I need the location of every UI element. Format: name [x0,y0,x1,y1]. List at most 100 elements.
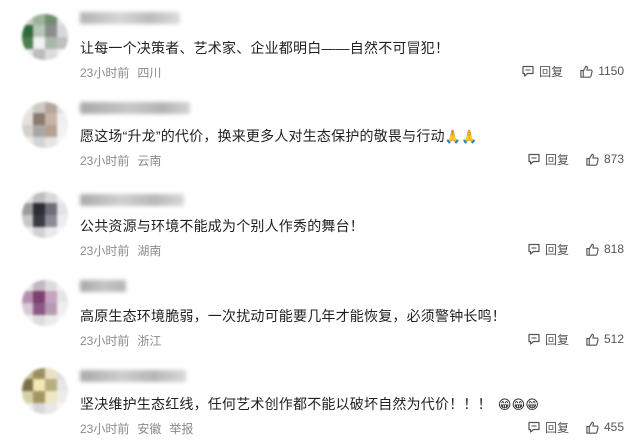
avatar-mosaic-block [33,391,45,403]
thumbs-up-icon [586,243,599,256]
avatar-mosaic-block [33,227,45,238]
avatar-mosaic-block [57,49,68,60]
avatar-mosaic-block [45,137,57,148]
avatar-mosaic-block [33,291,45,303]
thumbs-up-icon [580,65,593,78]
username-redacted[interactable] [80,194,184,206]
like-count: 512 [603,332,624,346]
comment-item: 高原生态环境脆弱，一次扰动可能要几年才能恢复，必须警钟长鸣！ 23小时前 浙江 回… [0,266,640,354]
avatar-mosaic-block [45,315,57,326]
comment-text: 愿这场“升龙”的代价，换来更多人对生态保护的敬畏与行动🙏🙏 [80,128,478,144]
avatar-mosaic-block [22,37,33,49]
comment-actions: 回复 1150 [521,62,624,80]
comment-location: 湖南 [137,244,162,258]
username-redacted[interactable] [80,280,126,292]
avatar-mosaic-block [57,125,68,137]
avatar-mosaic-block [57,379,68,391]
comment-location: 四川 [137,66,162,80]
like-button[interactable]: 455 [585,420,624,435]
thumbs-up-icon [586,153,599,166]
like-count: 455 [603,420,624,434]
avatar[interactable] [22,280,68,326]
comment-text: 坚决维护生态红线，任何艺术创作都不能以破坏自然为代价！！！ 😁😁😁 [80,396,540,412]
like-button[interactable]: 818 [585,242,624,257]
avatar-mosaic-block [22,291,33,303]
comment-time: 23小时前 [80,334,130,348]
avatar-mosaic-block [33,303,45,315]
avatar-mosaic-block [22,137,33,148]
comment-meta: 23小时前 浙江 [80,332,161,349]
username-redacted[interactable] [80,370,186,382]
avatar-mosaic-block [22,303,33,315]
avatar-mosaic-block [57,303,68,315]
avatar-mosaic-block [57,192,68,203]
reply-button[interactable]: 回复 [521,63,563,80]
avatar-mosaic-block [45,102,57,113]
avatar-mosaic-block [33,315,45,326]
report-link[interactable]: 举报 [169,422,193,436]
avatar-mosaic-block [22,49,33,60]
avatar-mosaic-block [57,25,68,37]
comment-location: 云南 [137,154,162,168]
avatar-mosaic-block [22,113,33,125]
reply-button[interactable]: 回复 [527,151,569,168]
comment-time: 23小时前 [80,66,130,80]
avatar-mosaic-block [57,227,68,238]
avatar-mosaic-block [33,14,45,25]
reply-icon [522,65,534,77]
avatar-mosaic-block [57,315,68,326]
avatar-mosaic-block [22,391,33,403]
avatar-mosaic-block [33,49,45,60]
avatar-mosaic-block [33,203,45,215]
avatar[interactable] [22,192,68,238]
reply-button[interactable]: 回复 [527,331,569,348]
reply-label: 回复 [544,152,569,167]
comment-actions: 回复 455 [527,418,624,436]
avatar-mosaic-block [57,280,68,291]
reply-button[interactable]: 回复 [527,419,569,436]
avatar-mosaic-block [45,125,57,137]
avatar-mosaic-block [45,379,57,391]
avatar-mosaic-block [45,227,57,238]
avatar-mosaic-block [33,403,45,414]
username-redacted[interactable] [80,102,190,114]
avatar[interactable] [22,14,68,60]
avatar-mosaic-block [33,125,45,137]
avatar-mosaic-block [57,37,68,49]
avatar-mosaic-block [33,379,45,391]
avatar-mosaic-block [45,280,57,291]
avatar-mosaic-block [45,25,57,37]
avatar-mosaic-block [57,102,68,113]
avatar-mosaic-block [33,192,45,203]
reply-icon [528,243,540,255]
comment-time: 23小时前 [80,422,130,436]
avatar-mosaic-block [22,280,33,291]
reply-button[interactable]: 回复 [527,241,569,258]
comment-item: 愿这场“升龙”的代价，换来更多人对生态保护的敬畏与行动🙏🙏 23小时前 云南 回复… [0,88,640,176]
like-button[interactable]: 873 [585,152,624,167]
avatar-mosaic-block [45,192,57,203]
like-button[interactable]: 1150 [579,64,624,79]
avatar[interactable] [22,102,68,148]
like-count: 818 [603,242,624,256]
avatar-mosaic-block [45,203,57,215]
like-button[interactable]: 512 [585,332,624,347]
avatar-mosaic-block [33,280,45,291]
avatar-mosaic-block [22,203,33,215]
comment-list: 让每一个决策者、艺术家、企业都明白——自然不可冒犯！ 23小时前 四川 回复 11… [0,0,640,446]
avatar-mosaic-block [22,368,33,379]
comment-time: 23小时前 [80,244,130,258]
avatar-mosaic-block [45,391,57,403]
comment-text: 高原生态环境脆弱，一次扰动可能要几年才能恢复，必须警钟长鸣！ [80,308,506,324]
avatar-mosaic-block [22,215,33,227]
avatar-mosaic-block [45,368,57,379]
avatar-mosaic-block [45,37,57,49]
avatar-mosaic-block [57,215,68,227]
avatar-mosaic-block [33,113,45,125]
avatar-mosaic-block [22,403,33,414]
avatar-mosaic-block [45,49,57,60]
avatar-mosaic-block [57,113,68,125]
avatar[interactable] [22,368,68,414]
avatar-mosaic-block [22,125,33,137]
username-redacted[interactable] [80,12,180,24]
